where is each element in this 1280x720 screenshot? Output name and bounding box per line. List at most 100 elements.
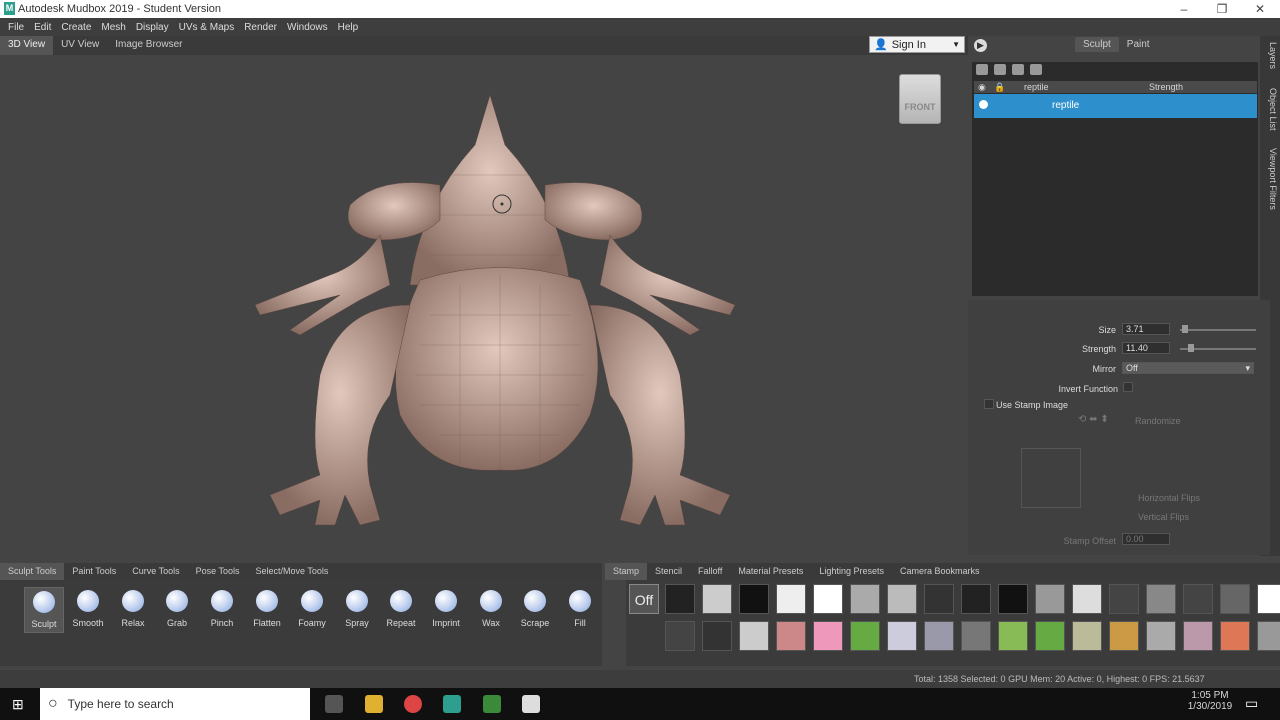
taskbar-search[interactable]: ○ Type here to search <box>40 688 310 720</box>
stamp-thumbnail[interactable] <box>665 584 695 614</box>
stamp-thumbnail[interactable] <box>1220 584 1250 614</box>
stamp-thumbnail[interactable] <box>739 621 769 651</box>
stamp-thumbnail[interactable] <box>739 584 769 614</box>
stamp-thumbnail[interactable] <box>961 584 991 614</box>
tool-smooth[interactable]: Smooth <box>68 587 108 628</box>
stamp-thumbnail[interactable] <box>1072 584 1102 614</box>
invert-function-checkbox[interactable] <box>1123 382 1133 392</box>
sign-in-dropdown[interactable]: 👤 Sign In ▼ <box>869 36 965 53</box>
minimize-button[interactable]: – <box>1170 1 1198 17</box>
chrome-icon[interactable] <box>404 695 422 713</box>
size-slider-knob[interactable] <box>1181 325 1188 333</box>
strength-slider-knob[interactable] <box>1188 344 1195 352</box>
rotate-icon[interactable]: ⟲ ⬌ ⬍ <box>1078 414 1109 425</box>
tool-sculpt[interactable]: Sculpt <box>24 587 64 633</box>
stamp-thumbnail[interactable] <box>813 621 843 651</box>
tab-paint[interactable]: Paint <box>1119 37 1158 52</box>
stamp-thumbnail[interactable] <box>961 621 991 651</box>
stamp-thumbnail[interactable] <box>1183 584 1213 614</box>
stamp-thumbnail[interactable] <box>813 584 843 614</box>
tool-imprint[interactable]: Imprint <box>426 587 466 628</box>
stamp-thumbnail[interactable] <box>1035 584 1065 614</box>
maximize-button[interactable]: ❐ <box>1208 1 1236 17</box>
stamp-off-button[interactable]: Off <box>629 584 659 614</box>
stamp-thumbnail[interactable] <box>1257 621 1280 651</box>
stamp-thumbnail[interactable] <box>850 621 880 651</box>
stamp-thumbnail[interactable] <box>1146 584 1176 614</box>
delete-layer-icon[interactable] <box>1012 64 1024 75</box>
visibility-icon[interactable] <box>979 100 988 109</box>
tab-stencil[interactable]: Stencil <box>647 563 690 580</box>
app-taskbar-icon[interactable] <box>483 695 501 713</box>
menu-uvs-maps[interactable]: UVs & Maps <box>174 22 240 33</box>
stamp-thumbnail[interactable] <box>924 621 954 651</box>
tab-uv-view[interactable]: UV View <box>53 36 107 55</box>
stamp-thumbnail[interactable] <box>665 621 695 651</box>
tab-select-move-tools[interactable]: Select/Move Tools <box>247 563 336 580</box>
lock-icon[interactable]: 🔒 <box>994 82 1005 93</box>
folder-icon[interactable] <box>994 64 1006 75</box>
reptile-model[interactable] <box>0 55 968 555</box>
tab-image-browser[interactable]: Image Browser <box>107 36 190 55</box>
tool-fill[interactable]: Fill <box>560 587 600 628</box>
stamp-thumbnail[interactable] <box>776 584 806 614</box>
menu-create[interactable]: Create <box>56 22 96 33</box>
tool-wax[interactable]: Wax <box>471 587 511 628</box>
tool-foamy[interactable]: Foamy <box>292 587 332 628</box>
view-cube[interactable]: FRONT <box>899 74 941 124</box>
stamp-thumbnail[interactable] <box>1072 621 1102 651</box>
stamp-preview[interactable] <box>1021 448 1081 508</box>
mirror-select[interactable]: Off ▾ <box>1122 362 1254 374</box>
tab-sculpt-tools[interactable]: Sculpt Tools <box>0 563 65 580</box>
notification-icon[interactable]: ▭ <box>1245 695 1258 712</box>
tab-pose-tools[interactable]: Pose Tools <box>188 563 248 580</box>
tab-lighting-presets[interactable]: Lighting Presets <box>811 563 892 580</box>
tool-scrape[interactable]: Scrape <box>515 587 555 628</box>
tab-object-list[interactable]: Object List <box>1262 88 1278 131</box>
tool-repeat[interactable]: Repeat <box>381 587 421 628</box>
expand-arrow-icon[interactable]: ▶ <box>974 39 987 52</box>
stamp-thumbnail[interactable] <box>1220 621 1250 651</box>
tab-camera-bookmarks[interactable]: Camera Bookmarks <box>892 563 988 580</box>
mudbox-taskbar-icon[interactable] <box>443 695 461 713</box>
menu-windows[interactable]: Windows <box>282 22 333 33</box>
new-layer-icon[interactable] <box>976 64 988 75</box>
tab-stamp[interactable]: Stamp <box>605 563 648 580</box>
merge-layer-icon[interactable] <box>1030 64 1042 75</box>
tab-curve-tools[interactable]: Curve Tools <box>124 563 187 580</box>
stamp-thumbnail[interactable] <box>1109 584 1139 614</box>
tool-flatten[interactable]: Flatten <box>247 587 287 628</box>
stamp-thumbnail[interactable] <box>887 621 917 651</box>
tool-spray[interactable]: Spray <box>337 587 377 628</box>
menu-display[interactable]: Display <box>131 22 174 33</box>
tab-material-presets[interactable]: Material Presets <box>730 563 811 580</box>
menu-edit[interactable]: Edit <box>29 22 56 33</box>
task-view-icon[interactable] <box>325 695 343 713</box>
stamp-thumbnail[interactable] <box>1183 621 1213 651</box>
stamp-thumbnail[interactable] <box>924 584 954 614</box>
menu-file[interactable]: File <box>3 22 29 33</box>
stamp-thumbnail[interactable] <box>998 584 1028 614</box>
stamp-thumbnail[interactable] <box>998 621 1028 651</box>
stamp-thumbnail[interactable] <box>776 621 806 651</box>
stamp-thumbnail[interactable] <box>1035 621 1065 651</box>
eye-icon[interactable]: ◉ <box>978 82 986 93</box>
tab-layers[interactable]: Layers <box>1262 42 1278 69</box>
tab-sculpt[interactable]: Sculpt <box>1075 37 1119 52</box>
stamp-thumbnail[interactable] <box>850 584 880 614</box>
size-slider[interactable] <box>1180 329 1256 331</box>
layer-row[interactable]: reptile <box>974 94 1257 118</box>
stamp-thumbnail[interactable] <box>887 584 917 614</box>
app2-taskbar-icon[interactable] <box>522 695 540 713</box>
stamp-thumbnail[interactable] <box>702 621 732 651</box>
stamp-thumbnail[interactable] <box>1146 621 1176 651</box>
use-stamp-checkbox[interactable] <box>984 399 994 409</box>
stamp-thumbnail[interactable] <box>1109 621 1139 651</box>
tab-falloff[interactable]: Falloff <box>690 563 730 580</box>
tool-pinch[interactable]: Pinch <box>202 587 242 628</box>
stamp-thumbnail[interactable] <box>1257 584 1280 614</box>
size-input[interactable]: 3.71 <box>1122 323 1170 335</box>
tab-viewport-filters[interactable]: Viewport Filters <box>1262 148 1278 210</box>
stamp-thumbnail[interactable] <box>702 584 732 614</box>
windows-start-icon[interactable]: ⊞ <box>12 696 24 713</box>
